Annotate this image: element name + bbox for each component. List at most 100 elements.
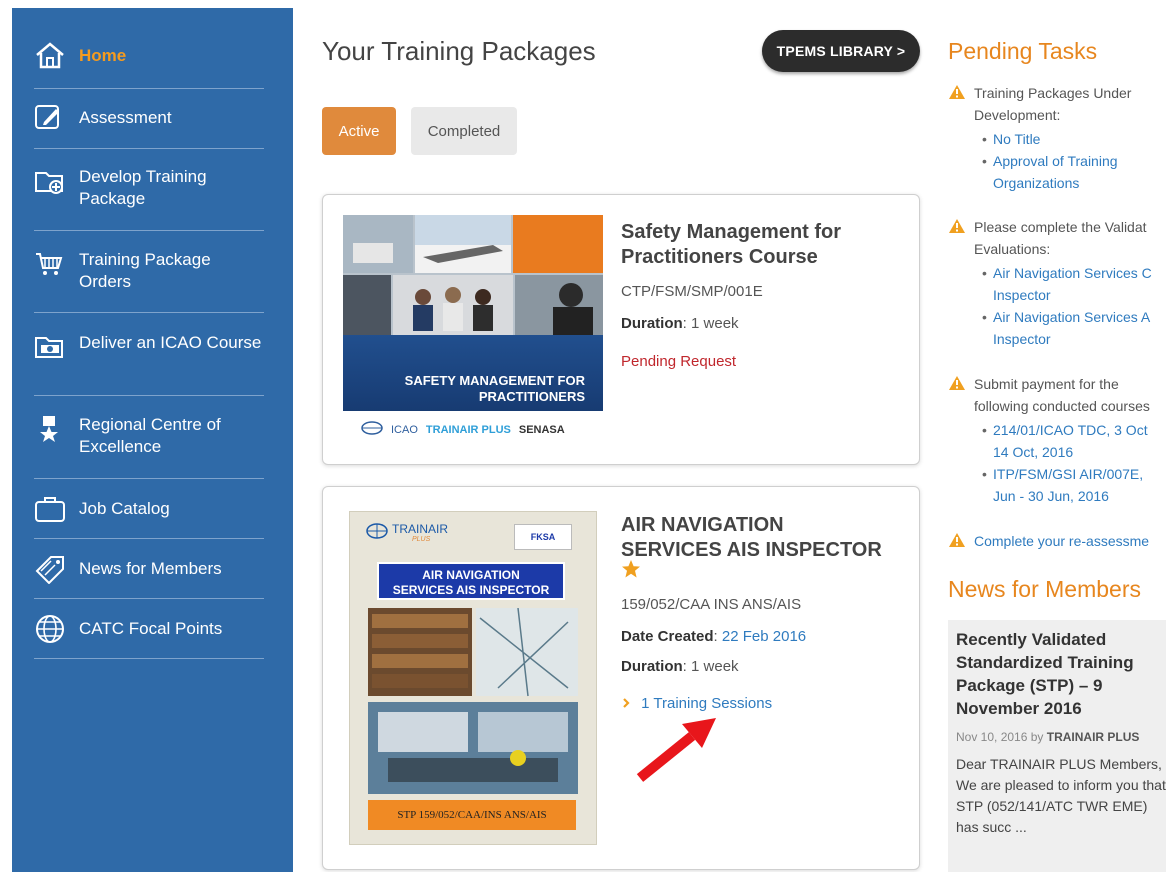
sidebar-item-label: Home bbox=[79, 46, 127, 65]
divider bbox=[34, 538, 264, 539]
date-created-label: Date Created bbox=[621, 628, 714, 645]
cover-title: AIR NAVIGATION SERVICES AIS INSPECTOR bbox=[377, 562, 565, 600]
cover-banner-line: SAFETY MANAGEMENT FOR bbox=[404, 373, 585, 388]
sidebar-item-deliver-icao-course[interactable]: Deliver an ICAO Course bbox=[34, 332, 264, 362]
sidebar-item-home[interactable]: Home bbox=[34, 40, 264, 70]
news-meta: Nov 10, 2016 by TRAINAIR PLUS bbox=[956, 730, 1166, 744]
cover-logos: ICAO TRAINAIR PLUS SENASA bbox=[361, 421, 565, 438]
news-excerpt: Dear TRAINAIR PLUS Members, We are pleas… bbox=[956, 756, 1166, 835]
sidebar-item-label: News for Members bbox=[79, 559, 222, 578]
sidebar-item-label: Develop Training Package bbox=[79, 167, 207, 208]
news-date: Nov 10, 2016 by bbox=[956, 730, 1044, 744]
cover-logo-text: TRAINAIR bbox=[392, 522, 449, 536]
warning-icon bbox=[948, 84, 966, 106]
duration-value: 1 week bbox=[691, 315, 739, 332]
cover-logo-sub: PLUS bbox=[412, 536, 431, 543]
sidebar-item-label: CATC Focal Points bbox=[79, 619, 223, 638]
divider bbox=[34, 230, 264, 231]
divider bbox=[34, 598, 264, 599]
logo-text-trainair: TRAINAIR PLUS bbox=[425, 423, 511, 436]
divider bbox=[34, 478, 264, 479]
news-card: Recently Validated Standardized Training… bbox=[948, 620, 1166, 872]
cover-banner: SAFETY MANAGEMENT FOR PRACTITIONERS bbox=[343, 335, 603, 411]
annotation-arrow-icon bbox=[636, 718, 716, 782]
task-link-text: ITP/FSM/GSI AIR/007E, bbox=[993, 466, 1144, 482]
cover-badge: FKSA bbox=[514, 524, 572, 550]
star-icon bbox=[621, 559, 641, 584]
task-list: Air Navigation Services C Inspector Air … bbox=[982, 262, 1166, 350]
icao-logo-icon bbox=[361, 421, 383, 438]
package-title-line: Practitioners Course bbox=[621, 246, 818, 268]
training-sessions-label: 1 Training Sessions bbox=[641, 695, 773, 712]
task-link-text: Inspector bbox=[993, 331, 1051, 347]
cover-title-line: AIR NAVIGATION bbox=[422, 568, 520, 582]
logo-text-icao: ICAO bbox=[391, 423, 418, 436]
task-text: following conducted courses bbox=[974, 398, 1150, 414]
task-link-ans-inspector-1[interactable]: Air Navigation Services C Inspector bbox=[982, 262, 1166, 306]
tab-completed[interactable]: Completed bbox=[411, 107, 517, 155]
duration-value: 1 week bbox=[691, 658, 739, 675]
warning-icon bbox=[948, 375, 966, 397]
award-icon bbox=[34, 414, 68, 444]
cart-icon bbox=[34, 249, 68, 279]
task-link-course-payment-1[interactable]: 214/01/ICAO TDC, 3 Oct 14 Oct, 2016 bbox=[982, 419, 1166, 463]
date-created-value: 22 Feb 2016 bbox=[721, 628, 807, 645]
globe-icon bbox=[34, 614, 68, 644]
divider bbox=[34, 658, 264, 659]
task-link-text: Air Navigation Services C bbox=[993, 265, 1152, 281]
package-duration: Duration: 1 week bbox=[621, 315, 739, 332]
pending-task: Submit payment for the following conduct… bbox=[948, 373, 1166, 507]
task-list: No Title Approval of Training Organizati… bbox=[982, 128, 1166, 194]
task-link-text: Approval of Training bbox=[993, 153, 1118, 169]
warning-icon bbox=[948, 218, 966, 240]
task-text: Please complete the Validat bbox=[974, 219, 1147, 235]
package-card: TRAINAIR PLUS FKSA AIR NAVIGATION SERVIC… bbox=[322, 486, 920, 870]
package-title[interactable]: Safety Management for Practitioners Cour… bbox=[621, 220, 841, 270]
sidebar-item-assessment[interactable]: Assessment bbox=[34, 102, 264, 132]
task-list: 214/01/ICAO TDC, 3 Oct 14 Oct, 2016 ITP/… bbox=[982, 419, 1166, 507]
sidebar-item-regional-centre-of-excellence[interactable]: Regional Centre of Excellence bbox=[34, 414, 264, 458]
sidebar-item-catc-focal-points[interactable]: CATC Focal Points bbox=[34, 614, 264, 644]
sidebar-item-label: Training Package Orders bbox=[79, 250, 211, 291]
news-title[interactable]: Recently Validated Standardized Training… bbox=[956, 628, 1166, 720]
pending-task: Training Packages Under Development: No … bbox=[948, 82, 1166, 194]
task-link-text: 214/01/ICAO TDC, 3 Oct bbox=[993, 422, 1148, 438]
package-title[interactable]: AIR NAVIGATION SERVICES AIS INSPECTOR bbox=[621, 513, 882, 563]
cover-title-line: SERVICES AIS INSPECTOR bbox=[392, 583, 550, 597]
package-cover-image[interactable]: TRAINAIR PLUS FKSA AIR NAVIGATION SERVIC… bbox=[349, 511, 597, 845]
task-link-ans-inspector-2[interactable]: Air Navigation Services A Inspector bbox=[982, 306, 1166, 350]
reassessment-link[interactable]: Complete your re-assessme bbox=[974, 530, 1166, 552]
news-heading: News for Members bbox=[948, 576, 1141, 602]
package-cover-image[interactable]: SAFETY MANAGEMENT FOR PRACTITIONERS ICAO… bbox=[343, 215, 603, 441]
task-link-text: Jun - 30 Jun, 2016 bbox=[993, 488, 1109, 504]
task-link-text: Organizations bbox=[993, 175, 1080, 191]
task-link-course-payment-2[interactable]: ITP/FSM/GSI AIR/007E, Jun - 30 Jun, 2016 bbox=[982, 463, 1166, 507]
course-folder-icon bbox=[34, 332, 68, 362]
cover-footer: STP 159/052/CAA/INS ANS/AIS bbox=[368, 800, 576, 830]
duration-label: Duration bbox=[621, 658, 683, 675]
duration-label: Duration bbox=[621, 315, 683, 332]
sidebar-item-job-catalog[interactable]: Job Catalog bbox=[34, 494, 264, 524]
pending-tasks-heading: Pending Tasks bbox=[948, 38, 1098, 64]
trainair-logo-icon bbox=[366, 522, 388, 545]
divider bbox=[34, 312, 264, 313]
sidebar: Home Assessment Develop Training Package… bbox=[12, 8, 293, 872]
task-text: Development: bbox=[974, 107, 1061, 123]
task-link-approval-of-training-organizations[interactable]: Approval of Training Organizations bbox=[982, 150, 1166, 194]
task-link-no-title[interactable]: No Title bbox=[982, 128, 1166, 150]
briefcase-icon bbox=[34, 494, 68, 524]
sidebar-item-develop-training-package[interactable]: Develop Training Package bbox=[34, 166, 264, 210]
sidebar-item-training-package-orders[interactable]: Training Package Orders bbox=[34, 249, 264, 293]
tab-active[interactable]: Active bbox=[322, 107, 396, 155]
task-link-text: Inspector bbox=[993, 287, 1051, 303]
warning-icon bbox=[948, 532, 966, 554]
page-title: Your Training Packages bbox=[322, 36, 596, 66]
divider bbox=[34, 395, 264, 396]
tpems-library-button[interactable]: TPEMS LIBRARY > bbox=[762, 30, 920, 72]
training-sessions-link[interactable]: 1 Training Sessions bbox=[621, 695, 772, 712]
divider bbox=[34, 88, 264, 89]
cover-photo-collage bbox=[343, 215, 603, 335]
package-code: CTP/FSM/SMP/001E bbox=[621, 283, 763, 300]
package-duration: Duration: 1 week bbox=[621, 658, 739, 675]
sidebar-item-news-for-members[interactable]: News for Members bbox=[34, 554, 264, 584]
